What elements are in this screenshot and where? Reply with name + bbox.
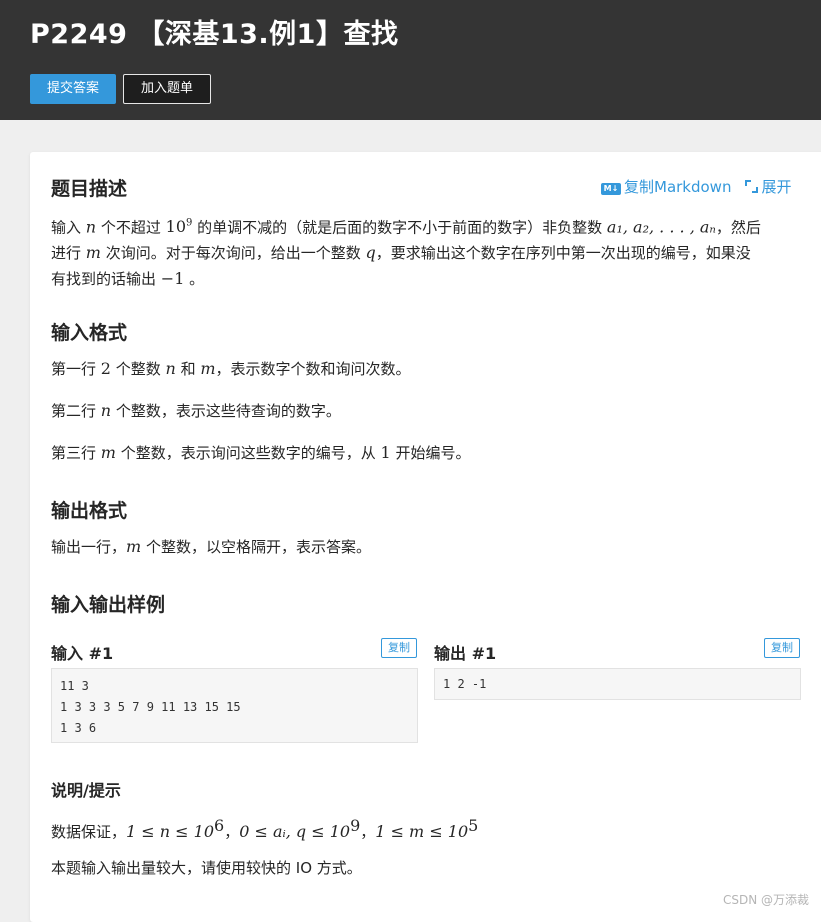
samples-heading: 输入输出样例 — [51, 594, 166, 616]
card-actions: M↓ 复制Markdown 展开 — [601, 176, 791, 197]
input-format-line-3: 第三行 m 个整数，表示询问这些数字的编号，从 1 开始编号。 — [51, 443, 471, 462]
sample-output-label: 输出 #1 — [434, 644, 497, 663]
problem-card: 题目描述 M↓ 复制Markdown 展开 输入 n 个不超过 109 的单调不减的… — [30, 152, 821, 922]
output-format-heading: 输出格式 — [51, 500, 128, 522]
sample-input-label: 输入 #1 — [51, 644, 114, 663]
add-to-list-button[interactable]: 加入题单 — [123, 74, 211, 104]
sample-input-box: 11 3 1 3 3 3 5 7 9 11 13 15 15 1 3 6 — [51, 668, 418, 743]
sample-input-line: 11 3 — [60, 679, 89, 693]
expand-link[interactable]: 展开 — [731, 178, 791, 196]
input-format-heading: 输入格式 — [51, 322, 128, 344]
hint-line-2: 本题输入输出量较大，请使用较快的 IO 方式。 — [51, 859, 362, 877]
copy-markdown-label: 复制Markdown — [624, 178, 732, 196]
description-heading: 题目描述 — [51, 178, 128, 200]
sample-output-box: 1 2 -1 — [434, 668, 801, 700]
output-format-line-1: 输出一行，m 个整数，以空格隔开，表示答案。 — [51, 537, 371, 556]
description-line-3: 有找到的话输出 −1 。 — [51, 269, 205, 289]
problem-title: P2249 【深基13.例1】查找 — [30, 19, 399, 50]
problem-header: P2249 【深基13.例1】查找 提交答案 加入题单 — [0, 0, 821, 120]
hint-heading: 说明/提示 — [51, 781, 121, 800]
sample-output-line: 1 2 -1 — [443, 677, 487, 691]
copy-output-button[interactable]: 复制 — [764, 638, 800, 658]
markdown-icon: M↓ — [601, 183, 621, 195]
description-text: 输入 n 个不超过 109 的单调不减的（就是后面的数字不小于前面的数字）非负整… — [51, 211, 811, 292]
expand-icon — [745, 180, 759, 193]
copy-markdown-link[interactable]: M↓ 复制Markdown — [601, 178, 731, 196]
sample-input-line: 1 3 3 3 5 7 9 11 13 15 15 — [60, 700, 241, 714]
hint-line-1: 数据保证，1 ≤ n ≤ 106，0 ≤ aᵢ, q ≤ 109，1 ≤ m ≤… — [51, 816, 479, 841]
input-format-line-2: 第二行 n 个整数，表示这些待查询的数字。 — [51, 401, 341, 420]
description-line-2: 进行 m 次询问。对于每次询问，给出一个整数 q，要求输出这个数字在序列中第一次… — [51, 243, 751, 263]
copy-input-button[interactable]: 复制 — [381, 638, 417, 658]
csdn-watermark: CSDN @万添裁 — [722, 893, 809, 907]
description-line-1: 输入 n 个不超过 109 的单调不减的（就是后面的数字不小于前面的数字）非负整… — [51, 217, 761, 237]
submit-answer-button[interactable]: 提交答案 — [30, 74, 116, 104]
sample-input-line: 1 3 6 — [60, 721, 97, 735]
expand-label: 展开 — [761, 178, 792, 196]
input-format-line-1: 第一行 2 个整数 n 和 m，表示数字个数和询问次数。 — [51, 359, 411, 378]
